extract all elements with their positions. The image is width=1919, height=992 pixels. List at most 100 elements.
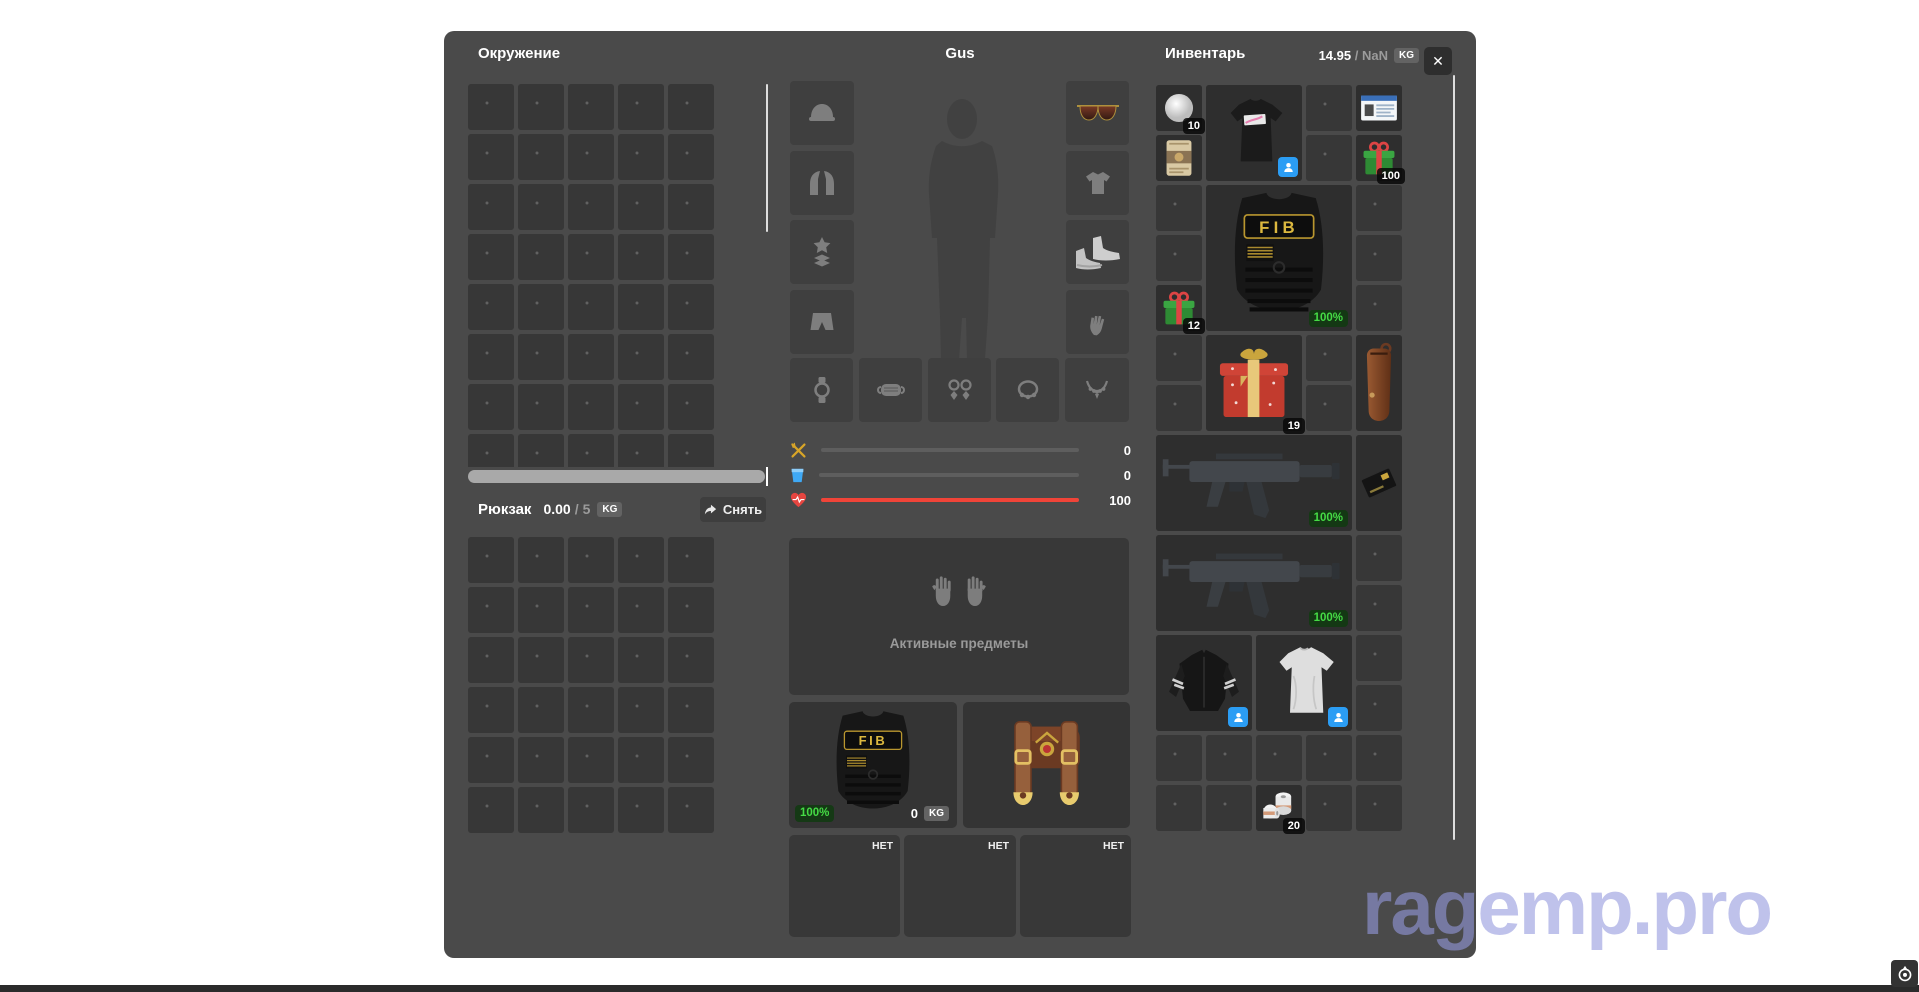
grid-cell[interactable] bbox=[618, 687, 664, 733]
grid-cell[interactable] bbox=[518, 234, 564, 280]
grid-cell[interactable] bbox=[668, 84, 714, 130]
item-fib-vest[interactable]: FIB 100% bbox=[1206, 185, 1352, 331]
item-smg[interactable]: 100% bbox=[1156, 435, 1352, 531]
grid-cell[interactable] bbox=[468, 737, 514, 783]
grid-cell[interactable] bbox=[468, 587, 514, 633]
grid-cell[interactable] bbox=[618, 284, 664, 330]
slot-rank[interactable] bbox=[790, 220, 854, 284]
item-snowball[interactable]: 10 bbox=[1156, 85, 1202, 131]
slot-glasses[interactable] bbox=[1066, 81, 1129, 145]
grid-cell[interactable] bbox=[568, 134, 614, 180]
grid-cell[interactable] bbox=[668, 587, 714, 633]
grid-cell[interactable] bbox=[518, 134, 564, 180]
grid-cell[interactable] bbox=[518, 737, 564, 783]
grid-cell[interactable] bbox=[618, 537, 664, 583]
grid-cell[interactable] bbox=[568, 384, 614, 430]
grid-cell[interactable] bbox=[668, 737, 714, 783]
slot-watch[interactable] bbox=[790, 358, 853, 422]
grid-cell[interactable] bbox=[518, 284, 564, 330]
grid-cell[interactable] bbox=[518, 84, 564, 130]
item-id-card[interactable] bbox=[1356, 85, 1402, 131]
item-toilet-paper[interactable]: 20 bbox=[1256, 785, 1302, 831]
grid-cell[interactable] bbox=[1156, 735, 1202, 781]
grid-cell[interactable] bbox=[618, 184, 664, 230]
grid-cell[interactable] bbox=[618, 737, 664, 783]
item-gift-green[interactable]: 100 bbox=[1356, 135, 1402, 181]
grid-cell[interactable] bbox=[568, 737, 614, 783]
grid-cell[interactable] bbox=[1356, 685, 1402, 731]
grid-cell[interactable] bbox=[1256, 735, 1302, 781]
grid-cell[interactable] bbox=[468, 384, 514, 430]
grid-cell[interactable] bbox=[1306, 135, 1352, 181]
grid-cell[interactable] bbox=[1206, 785, 1252, 831]
grid-cell[interactable] bbox=[518, 787, 564, 833]
grid-cell[interactable] bbox=[468, 84, 514, 130]
grid-cell[interactable] bbox=[668, 637, 714, 683]
grid-cell[interactable] bbox=[568, 687, 614, 733]
grid-cell[interactable] bbox=[1356, 285, 1402, 331]
weapon-slot-3[interactable]: НЕТ bbox=[1020, 835, 1131, 937]
grid-cell[interactable] bbox=[568, 234, 614, 280]
grid-cell[interactable] bbox=[518, 434, 564, 467]
item-smg-2[interactable]: 100% bbox=[1156, 535, 1352, 631]
grid-cell[interactable] bbox=[1156, 235, 1202, 281]
grid-cell[interactable] bbox=[1156, 335, 1202, 381]
slot-bracelet[interactable] bbox=[996, 358, 1059, 422]
grid-cell[interactable] bbox=[1306, 385, 1352, 431]
grid-cell[interactable] bbox=[668, 334, 714, 380]
grid-cell[interactable] bbox=[468, 637, 514, 683]
grid-cell[interactable] bbox=[1356, 635, 1402, 681]
grid-cell[interactable] bbox=[618, 134, 664, 180]
grid-cell[interactable] bbox=[468, 284, 514, 330]
grid-cell[interactable] bbox=[1206, 735, 1252, 781]
item-gift-red[interactable]: 19 bbox=[1206, 335, 1302, 431]
grid-cell[interactable] bbox=[1306, 335, 1352, 381]
slot-tshirt[interactable] bbox=[1066, 151, 1129, 215]
remove-backpack-button[interactable]: Снять bbox=[700, 497, 766, 522]
slot-gloves[interactable] bbox=[1066, 290, 1129, 354]
grid-cell[interactable] bbox=[468, 687, 514, 733]
grid-cell[interactable] bbox=[618, 787, 664, 833]
grid-cell[interactable] bbox=[668, 537, 714, 583]
grid-cell[interactable] bbox=[518, 637, 564, 683]
grid-cell[interactable] bbox=[1356, 235, 1402, 281]
grid-cell[interactable] bbox=[468, 184, 514, 230]
target-button[interactable] bbox=[1891, 960, 1918, 987]
grid-cell[interactable] bbox=[1156, 385, 1202, 431]
grid-cell[interactable] bbox=[668, 234, 714, 280]
weapon-slot-2[interactable]: НЕТ bbox=[904, 835, 1016, 937]
grid-cell[interactable] bbox=[568, 434, 614, 467]
grid-cell[interactable] bbox=[468, 134, 514, 180]
slot-jacket[interactable] bbox=[790, 151, 854, 215]
close-button[interactable]: ✕ bbox=[1424, 47, 1452, 75]
grid-cell[interactable] bbox=[668, 384, 714, 430]
slot-mask[interactable] bbox=[859, 358, 922, 422]
grid-cell[interactable] bbox=[568, 637, 614, 683]
slot-shorts[interactable] bbox=[790, 290, 854, 354]
grid-cell[interactable] bbox=[1356, 785, 1402, 831]
grid-cell[interactable] bbox=[1306, 85, 1352, 131]
grid-cell[interactable] bbox=[618, 637, 664, 683]
item-white-tshirt[interactable] bbox=[1256, 635, 1352, 731]
grid-cell[interactable] bbox=[618, 587, 664, 633]
grid-cell[interactable] bbox=[1306, 735, 1352, 781]
grid-cell[interactable] bbox=[668, 134, 714, 180]
grid-cell[interactable] bbox=[568, 334, 614, 380]
grid-cell[interactable] bbox=[518, 334, 564, 380]
item-food-package[interactable] bbox=[1156, 135, 1202, 181]
equipped-vest-card[interactable]: FIB 100% 0 KG bbox=[789, 702, 957, 828]
slot-earrings[interactable] bbox=[928, 358, 991, 422]
grid-cell[interactable] bbox=[1356, 185, 1402, 231]
grid-cell[interactable] bbox=[468, 537, 514, 583]
grid-cell[interactable] bbox=[568, 84, 614, 130]
grid-cell[interactable] bbox=[568, 587, 614, 633]
environment-scrollbar[interactable] bbox=[766, 84, 768, 232]
grid-cell[interactable] bbox=[1356, 735, 1402, 781]
grid-cell[interactable] bbox=[1356, 585, 1402, 631]
grid-cell[interactable] bbox=[568, 284, 614, 330]
grid-cell[interactable] bbox=[468, 787, 514, 833]
grid-cell[interactable] bbox=[468, 234, 514, 280]
active-items-panel[interactable]: Активные предметы bbox=[789, 538, 1129, 695]
slot-shoes[interactable] bbox=[1066, 220, 1129, 284]
grid-cell[interactable] bbox=[1356, 535, 1402, 581]
